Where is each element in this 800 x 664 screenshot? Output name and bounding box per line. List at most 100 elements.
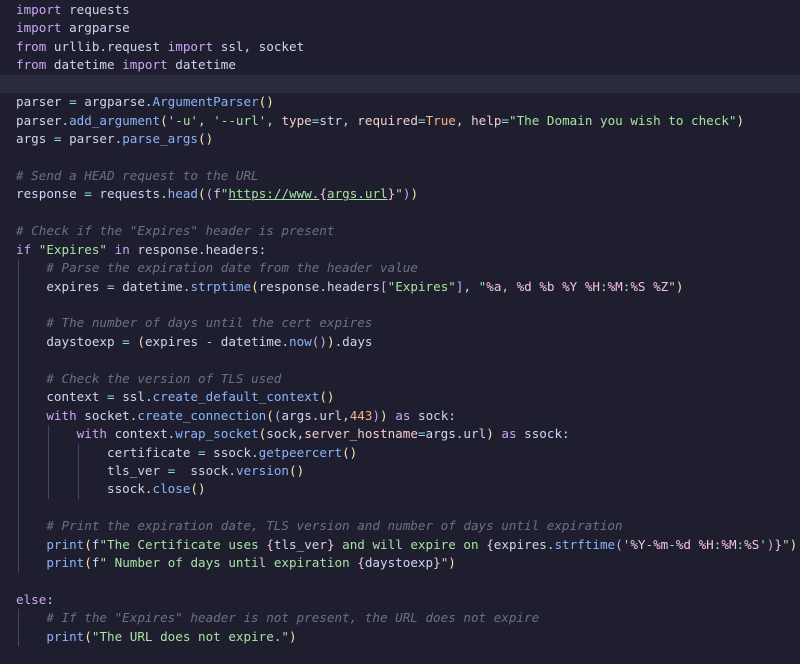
indent-guide bbox=[48, 443, 50, 462]
code-token-esc: %S bbox=[744, 536, 760, 552]
code-token-plain: , bbox=[455, 112, 472, 128]
code-token-fn: now bbox=[289, 333, 312, 349]
code-line[interactable]: ​ bbox=[0, 149, 800, 167]
code-line[interactable]: ​ bbox=[0, 351, 800, 370]
code-token-kw: from bbox=[16, 57, 47, 73]
code-line[interactable]: ​ bbox=[0, 498, 800, 518]
code-line[interactable]: # Print the expiration date, TLS version… bbox=[0, 517, 800, 536]
code-line[interactable]: # Check if the "Expires" header is prese… bbox=[0, 222, 800, 240]
code-token-brk1: () bbox=[258, 94, 274, 110]
code-line[interactable]: ​ bbox=[0, 296, 800, 315]
code-token-plain: parser. bbox=[16, 112, 70, 128]
code-token-brk1: ) bbox=[486, 426, 494, 442]
code-line[interactable]: daystoexp = (expires - datetime.now()).d… bbox=[0, 332, 800, 352]
code-token-fn: head bbox=[167, 186, 199, 202]
indent-guide bbox=[48, 480, 50, 499]
code-line[interactable]: from datetime import datetime bbox=[0, 56, 800, 74]
code-token-plain: args.url, bbox=[281, 407, 350, 423]
code-token-plain: context bbox=[46, 389, 108, 405]
code-token-brk2: () bbox=[311, 333, 327, 349]
indent-guide bbox=[48, 425, 50, 444]
code-token-str: " bbox=[395, 186, 403, 202]
indent-guide bbox=[18, 461, 19, 481]
code-line[interactable]: tls_ver = ssock.version() bbox=[0, 461, 800, 481]
indent-guide bbox=[18, 443, 19, 462]
code-token-brk2: [ bbox=[380, 278, 388, 294]
code-token-brk1: ( bbox=[251, 278, 259, 294]
indentation bbox=[16, 352, 46, 367]
indent-guide bbox=[18, 369, 19, 389]
code-line[interactable]: ssock.close() bbox=[0, 480, 800, 499]
code-token-plain: ssock. bbox=[175, 462, 236, 478]
indent-guide bbox=[18, 296, 19, 315]
code-token-esc: %d %H bbox=[675, 536, 714, 552]
code-token-brk1: ( bbox=[84, 536, 92, 552]
code-line[interactable]: # Parse the expiration date from the hea… bbox=[0, 259, 800, 278]
code-token-plain: parser bbox=[16, 94, 70, 110]
code-token-plain: , bbox=[266, 112, 282, 128]
code-token-plain: sock, bbox=[266, 426, 305, 442]
code-line[interactable]: with context.wrap_socket(sock,server_hos… bbox=[0, 425, 800, 444]
code-token-plain: ssl. bbox=[114, 389, 153, 405]
indent-guide bbox=[18, 332, 19, 352]
code-line[interactable]: # The number of days until the cert expi… bbox=[0, 314, 800, 333]
code-line[interactable]: # Check the version of TLS used bbox=[0, 369, 800, 389]
code-token-str: , bbox=[501, 278, 517, 294]
code-line[interactable]: # Send a HEAD request to the URL bbox=[0, 167, 800, 185]
code-line[interactable]: ​ bbox=[0, 74, 800, 94]
code-token-param: help bbox=[471, 112, 502, 128]
code-token-brk1: ( bbox=[198, 186, 206, 202]
code-token-kw: if bbox=[16, 241, 32, 257]
indentation bbox=[16, 260, 46, 275]
code-line[interactable]: parser.add_argument('-u', '--url', type =… bbox=[0, 112, 800, 130]
code-line[interactable]: print(f"The Certificate uses {tls_ver} a… bbox=[0, 535, 800, 555]
code-line[interactable]: ​ bbox=[0, 573, 800, 591]
code-token-plain: ssock. bbox=[107, 481, 153, 497]
code-token-str: and will expire on bbox=[334, 536, 487, 552]
code-token-brk1: ) bbox=[380, 407, 388, 423]
code-line[interactable]: with socket.create_connection((args.url,… bbox=[0, 406, 800, 426]
code-line[interactable]: import argparse bbox=[0, 19, 800, 37]
code-token-str: ' bbox=[759, 536, 767, 552]
code-token-plain: str, bbox=[319, 112, 358, 128]
indentation bbox=[16, 371, 46, 386]
code-token-str: "Expires" bbox=[38, 241, 108, 257]
code-line[interactable]: certificate = ssock.getpeercert() bbox=[0, 443, 800, 462]
code-line[interactable]: response = requests.head((f"https://www.… bbox=[0, 185, 800, 203]
code-token-op: = bbox=[107, 278, 115, 294]
code-token-brk1: ) bbox=[289, 628, 297, 644]
code-line[interactable]: expires = datetime.strptime(response.hea… bbox=[0, 277, 800, 296]
code-token-esc: %M bbox=[721, 536, 737, 552]
code-line[interactable]: print("The URL does not expire.") bbox=[0, 627, 800, 647]
indentation bbox=[16, 555, 46, 570]
code-line[interactable]: from urllib.request import ssl, socket bbox=[0, 38, 800, 56]
code-token-brk1: ) bbox=[789, 536, 798, 552]
code-token-esc: %Y bbox=[630, 536, 646, 552]
indent-guide bbox=[18, 498, 19, 518]
code-token-brk1: ) bbox=[326, 333, 335, 349]
indent-guide bbox=[78, 480, 80, 499]
code-line[interactable]: ​ bbox=[0, 204, 800, 222]
code-token-fn: print bbox=[46, 555, 85, 571]
code-token-esc: } bbox=[433, 555, 441, 571]
code-line[interactable]: args = parser.parse_args() bbox=[0, 130, 800, 148]
code-line[interactable]: context = ssl.create_default_context() bbox=[0, 388, 800, 407]
code-token-op: = bbox=[501, 112, 510, 128]
code-token-url: args.url bbox=[326, 186, 388, 202]
code-token-esc: %d %b %Y %H bbox=[516, 278, 600, 294]
code-token-kw: import bbox=[167, 38, 214, 54]
code-token-com: # If the "Expires" header is not present… bbox=[46, 610, 540, 626]
code-editor[interactable]: import requests import argparse from urlli… bbox=[0, 0, 800, 664]
code-token-plain: response bbox=[16, 186, 85, 202]
code-line[interactable]: if "Expires" in response.headers: bbox=[0, 241, 800, 259]
code-token-param: required bbox=[357, 112, 418, 128]
code-token-plain: context. bbox=[107, 426, 176, 442]
code-line[interactable]: parser = argparse.ArgumentParser() bbox=[0, 93, 800, 111]
code-line[interactable]: print(f" Number of days until expiration… bbox=[0, 554, 800, 573]
code-token-esc: %a bbox=[486, 278, 502, 294]
code-line[interactable]: # If the "Expires" header is not present… bbox=[0, 609, 800, 628]
code-token-plain: requests. bbox=[91, 186, 168, 202]
code-line[interactable]: else: bbox=[0, 591, 800, 609]
code-line[interactable]: import requests bbox=[0, 1, 800, 19]
